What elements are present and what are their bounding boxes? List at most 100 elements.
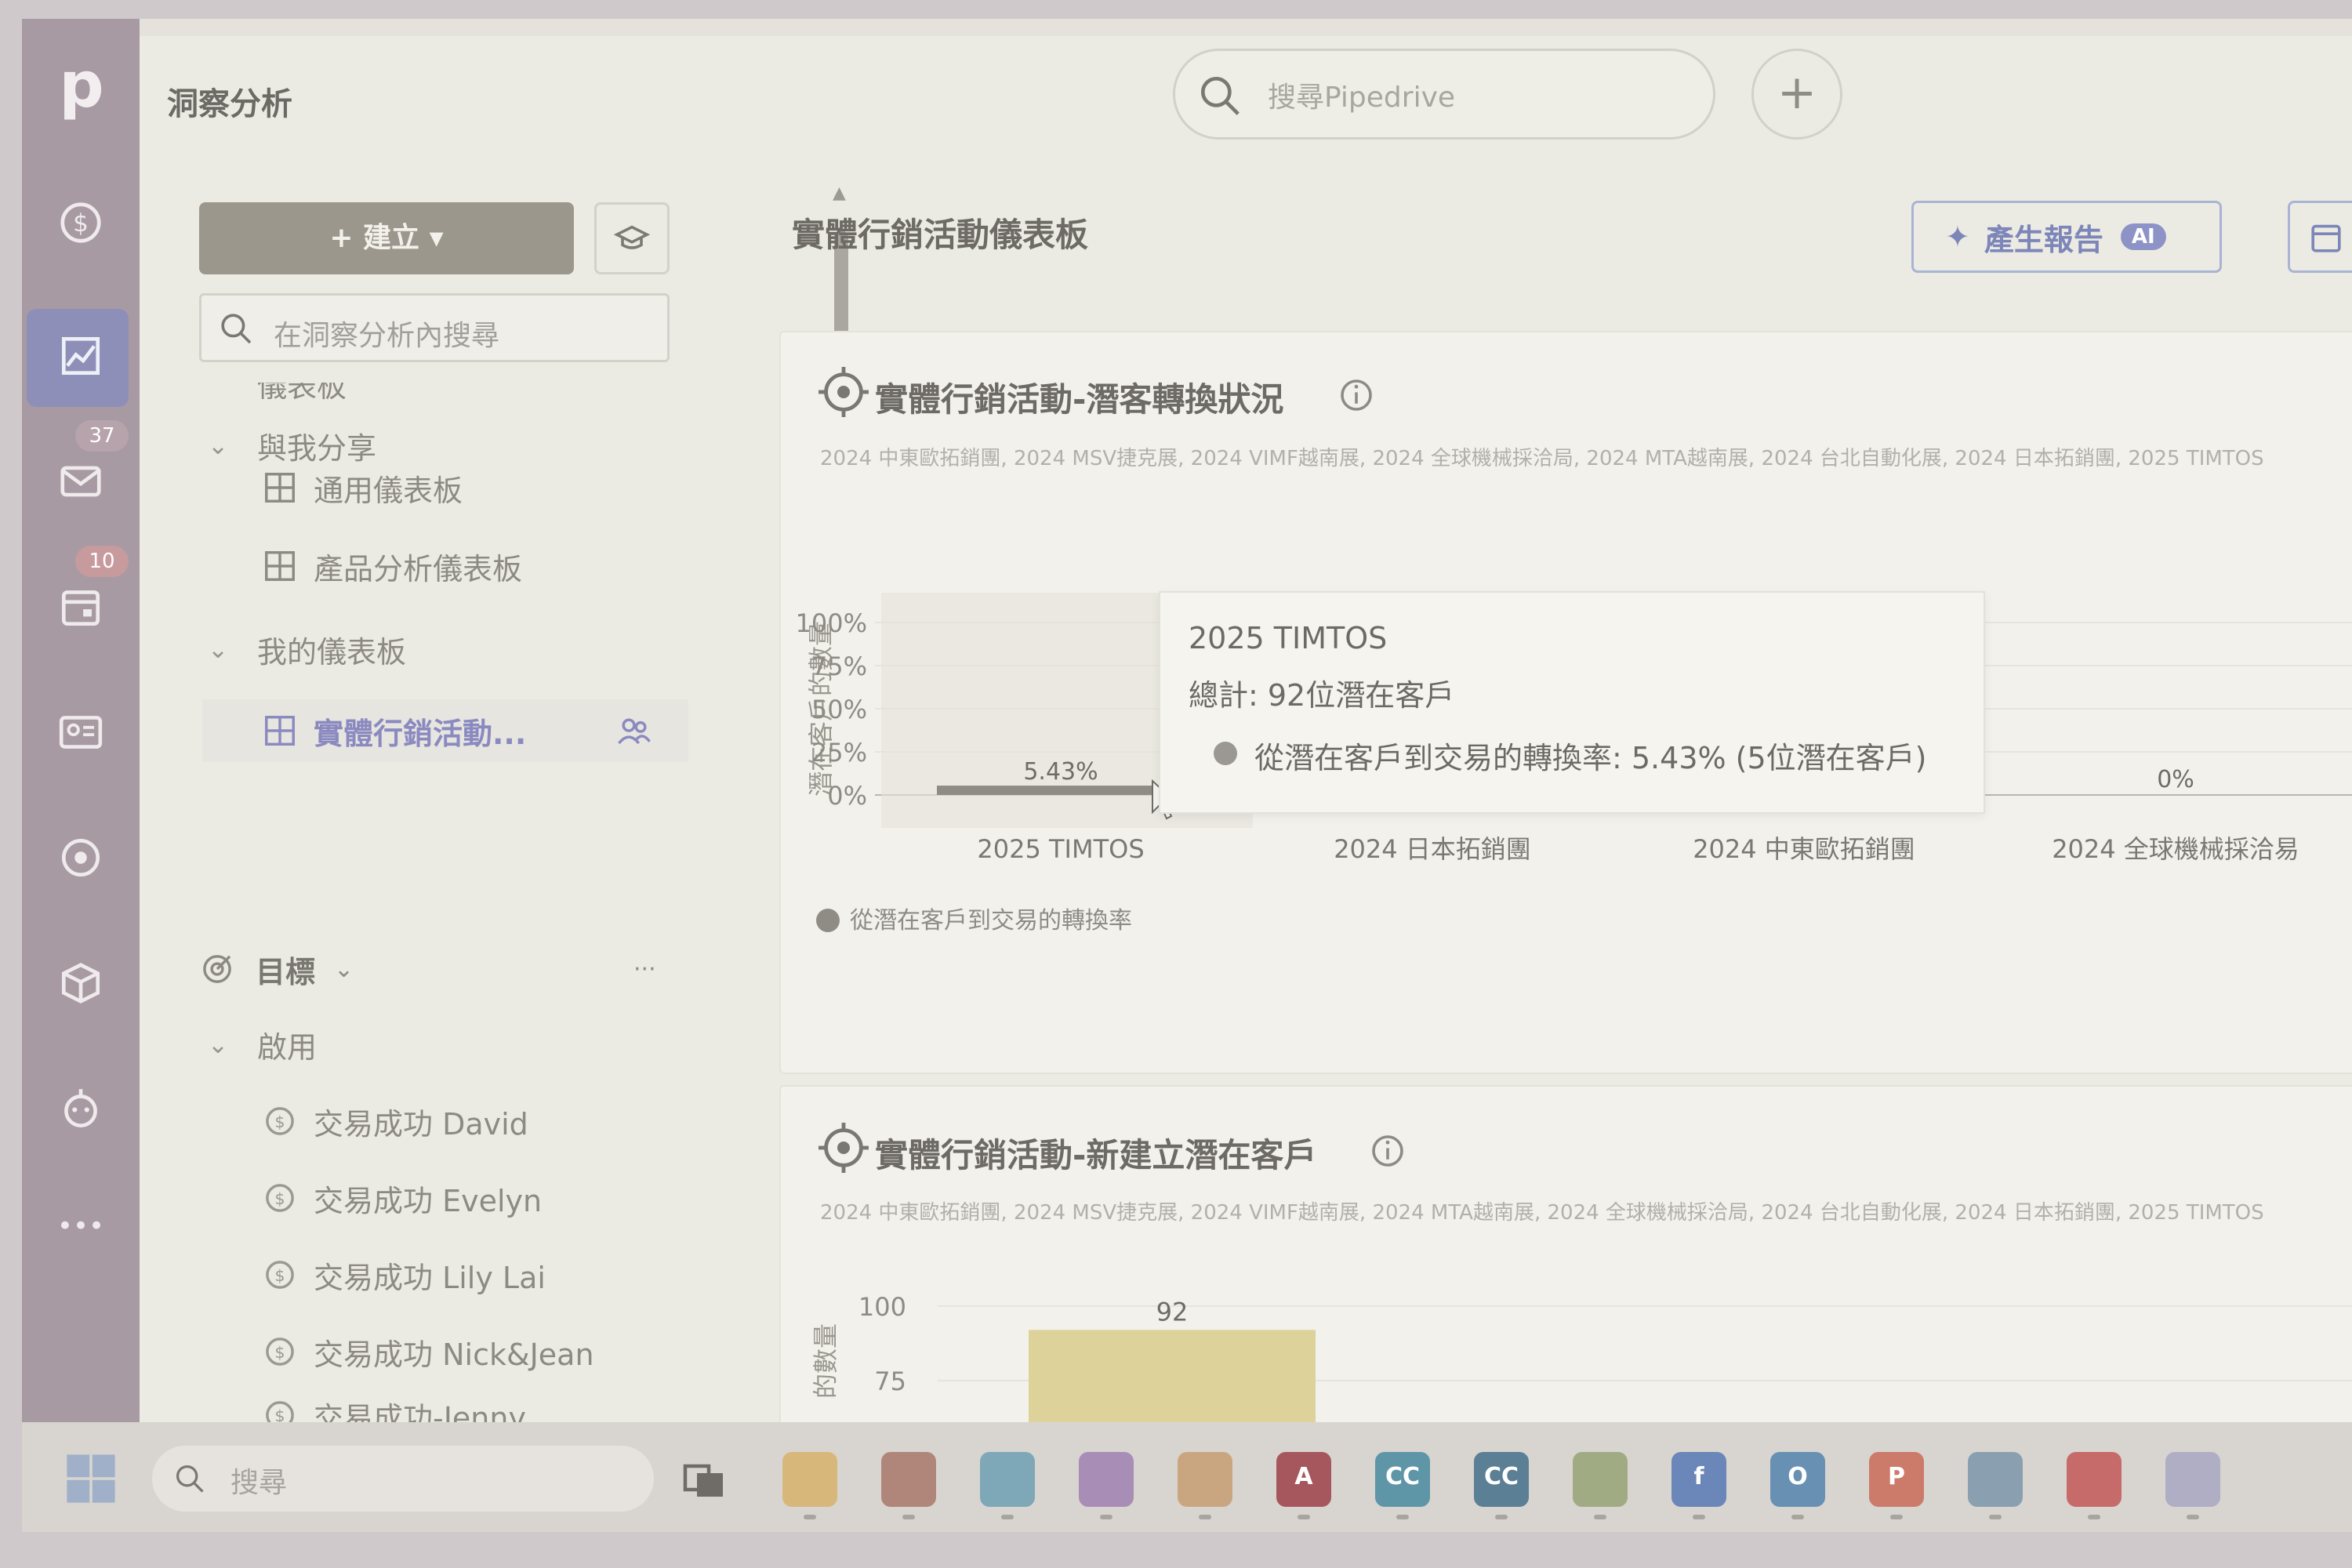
contacts-nav[interactable] bbox=[22, 685, 140, 779]
running-indicator bbox=[1693, 1515, 1705, 1519]
goal-item[interactable]: $ 交易成功 Lily Lai bbox=[140, 1243, 688, 1306]
app-title: 洞察分析 bbox=[167, 86, 292, 122]
powerpoint-icon-label: P bbox=[1888, 1463, 1905, 1490]
taskbar-search-input[interactable]: 搜尋 bbox=[152, 1446, 654, 1512]
powerpoint-icon[interactable]: P bbox=[1869, 1452, 1924, 1507]
mail-nav[interactable]: 37 bbox=[22, 420, 140, 528]
y-tick-label: 75% bbox=[811, 652, 867, 681]
pipedrive-logo[interactable]: p bbox=[50, 50, 113, 121]
data-label: 92 bbox=[1156, 1297, 1189, 1327]
learn-button[interactable] bbox=[594, 202, 670, 274]
store-icon[interactable] bbox=[881, 1452, 936, 1507]
date-range-button[interactable] bbox=[2288, 201, 2352, 273]
generate-report-button[interactable]: ✦ 產生報告 AI bbox=[1911, 201, 2222, 273]
conversion-card-title: 實體行銷活動-潛客轉換狀況 bbox=[875, 380, 1284, 419]
deals-icon: $ bbox=[60, 202, 101, 243]
calendar-icon bbox=[2311, 224, 2341, 252]
tooltip-series-dot bbox=[1214, 742, 1237, 765]
file-explorer-icon[interactable] bbox=[782, 1452, 837, 1507]
nav-my-section[interactable]: ⌄ 我的儀表板 bbox=[140, 618, 688, 681]
page-title: 實體行銷活動儀表板 bbox=[792, 216, 1089, 254]
notepad-icon[interactable] bbox=[2165, 1452, 2220, 1507]
cc-icon[interactable]: CC bbox=[1375, 1452, 1430, 1507]
nav-dashboards-cut[interactable]: 儀表板 bbox=[140, 383, 688, 411]
cc-icon-label: CC bbox=[1385, 1463, 1421, 1490]
dashboard-icon bbox=[265, 551, 295, 581]
info-icon[interactable] bbox=[1369, 1132, 1406, 1170]
bot-nav[interactable] bbox=[22, 1062, 140, 1156]
calendar-nav[interactable]: 10 bbox=[22, 546, 140, 654]
running-indicator bbox=[2088, 1515, 2100, 1519]
outlook-icon-label: O bbox=[1788, 1463, 1808, 1490]
mail-icon bbox=[60, 466, 101, 497]
tooltip-title: 2025 TIMTOS bbox=[1189, 621, 1388, 655]
new-leads-card-filters: 2024 中東歐拓銷團, 2024 MSV捷克展, 2024 VIMF越南展, … bbox=[820, 1201, 2264, 1225]
create-button[interactable]: + 建立 ▾ bbox=[199, 202, 574, 274]
taskbar-search-placeholder: 搜尋 bbox=[230, 1467, 288, 1499]
access-icon[interactable]: A bbox=[1276, 1452, 1331, 1507]
goal-item-label: 交易成功 Evelyn bbox=[314, 1183, 543, 1218]
defender-icon[interactable] bbox=[1968, 1452, 2023, 1507]
nav-my-label: 我的儀表板 bbox=[257, 634, 407, 670]
nav-active-label: 啟用 bbox=[257, 1029, 318, 1065]
dollar-icon: $ bbox=[266, 1261, 294, 1289]
search-icon bbox=[1200, 76, 1240, 115]
goals-more-button[interactable]: ··· bbox=[633, 956, 656, 983]
edge-icon[interactable] bbox=[980, 1452, 1035, 1507]
products-nav[interactable] bbox=[22, 936, 140, 1030]
nav-goals-label: 目標 bbox=[256, 954, 316, 989]
nav-dashboard-marketing[interactable]: 實體行銷活動... bbox=[202, 699, 688, 762]
dollar-icon: $ bbox=[266, 1184, 294, 1212]
m365-icon[interactable] bbox=[1079, 1452, 1134, 1507]
insights-nav[interactable] bbox=[22, 309, 140, 407]
outlook-icon[interactable]: O bbox=[1770, 1452, 1825, 1507]
nav-goals-header[interactable]: 目標 ⌄ ··· bbox=[140, 938, 688, 1000]
quick-add-button[interactable]: + bbox=[1751, 49, 1842, 140]
y-tick-label: 100% bbox=[796, 608, 867, 638]
running-indicator bbox=[1298, 1515, 1310, 1519]
windows-start-icon[interactable] bbox=[63, 1450, 119, 1507]
y-tick-label: 75 bbox=[874, 1367, 906, 1396]
products-icon bbox=[61, 963, 100, 1004]
goal-item[interactable]: $ 交易成功-Jenny bbox=[140, 1397, 688, 1422]
global-search-input[interactable]: 搜尋Pipedrive bbox=[1173, 49, 1715, 140]
cc2-icon[interactable]: CC bbox=[1474, 1452, 1529, 1507]
data-label: 5.43% bbox=[1023, 758, 1098, 786]
running-indicator bbox=[1989, 1515, 2002, 1519]
dollar-icon: $ bbox=[266, 1338, 294, 1366]
goal-item[interactable]: $ 交易成功 Nick&Jean bbox=[140, 1320, 688, 1383]
legend-label: 從潛在客戶到交易的轉換率 bbox=[850, 907, 1132, 935]
nav-dashboard-product[interactable]: 產品分析儀表板 bbox=[140, 535, 688, 597]
running-indicator bbox=[1594, 1515, 1606, 1519]
chrome-icon[interactable] bbox=[1178, 1452, 1232, 1507]
goal-item[interactable]: $ 交易成功 David bbox=[140, 1090, 688, 1152]
facebook-icon[interactable]: f bbox=[1671, 1452, 1726, 1507]
more-icon[interactable]: ••• bbox=[22, 1179, 140, 1273]
insights-search-input[interactable]: 在洞察分析內搜尋 bbox=[199, 293, 670, 362]
new-leads-card-title: 實體行銷活動-新建立潛在客戶 bbox=[875, 1136, 1317, 1174]
info-icon[interactable] bbox=[1338, 376, 1375, 414]
goals-nav[interactable] bbox=[22, 811, 140, 905]
nav-dashboard-marketing-label: 實體行銷活動... bbox=[314, 716, 527, 751]
goal-item[interactable]: $ 交易成功 Evelyn bbox=[140, 1167, 688, 1229]
nav-active-section[interactable]: ⌄ 啟用 bbox=[140, 1013, 688, 1076]
task-view-icon[interactable] bbox=[681, 1457, 728, 1504]
y-axis-title: 的數量 bbox=[811, 1323, 840, 1399]
running-indicator bbox=[1791, 1515, 1804, 1519]
deals-nav[interactable]: $ bbox=[22, 176, 140, 270]
search-icon bbox=[176, 1465, 204, 1493]
nav-dashboard-general[interactable]: 通用儀表板 bbox=[140, 456, 688, 519]
svg-text:$: $ bbox=[73, 209, 89, 238]
running-indicator bbox=[1100, 1515, 1112, 1519]
calendar-badge: 10 bbox=[75, 546, 129, 577]
chart-app-icon[interactable] bbox=[1573, 1452, 1628, 1507]
chart-bar bbox=[937, 786, 1185, 795]
acrobat-icon[interactable] bbox=[2067, 1452, 2122, 1507]
insights-icon bbox=[61, 336, 100, 376]
running-indicator bbox=[1495, 1515, 1508, 1519]
nav-dashboards-label: 儀表板 bbox=[257, 383, 347, 404]
generate-report-label: 產生報告 bbox=[1984, 222, 2103, 257]
nav-dashboard-product-label: 產品分析儀表板 bbox=[314, 551, 523, 586]
top-strip bbox=[22, 19, 2352, 36]
running-indicator bbox=[2187, 1515, 2199, 1519]
